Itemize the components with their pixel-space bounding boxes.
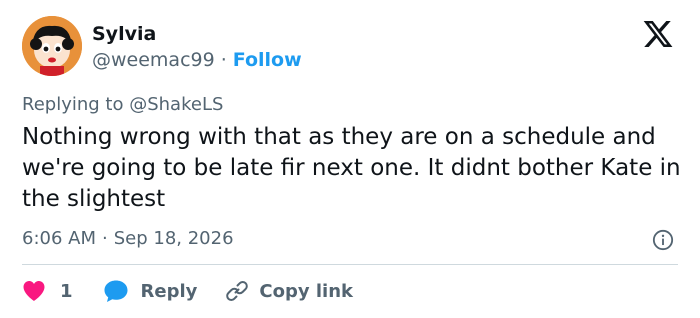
like-button[interactable]: 1 <box>22 280 73 302</box>
tweet-date[interactable]: Sep 18, 2026 <box>114 228 234 249</box>
tweet-text: Nothing wrong with that as they are on a… <box>22 124 681 212</box>
avatar[interactable] <box>22 16 82 76</box>
info-icon[interactable] <box>652 229 674 251</box>
x-logo-icon[interactable] <box>640 18 676 50</box>
heart-icon <box>23 281 45 301</box>
handle-row: @weemac99 · Follow <box>92 48 302 72</box>
separator: · <box>220 49 227 71</box>
tweet-meta: 6:06 AM · Sep 18, 2026 <box>22 227 234 251</box>
action-bar: 1 Reply Copy link <box>22 277 353 305</box>
link-icon <box>226 281 249 301</box>
reply-button[interactable]: Reply <box>103 279 198 303</box>
reply-label: Reply <box>140 280 198 302</box>
follow-button[interactable]: Follow <box>233 49 302 71</box>
speech-bubble-icon <box>104 280 128 302</box>
cartoon-avatar-icon <box>22 16 82 76</box>
mention-link[interactable]: @ShakeLS <box>129 94 223 115</box>
divider <box>22 264 678 265</box>
copy-link-label: Copy link <box>259 280 353 302</box>
user-name[interactable]: Sylvia <box>92 22 156 46</box>
user-handle[interactable]: @weemac99 <box>92 49 215 71</box>
meta-separator: · <box>102 228 108 249</box>
replying-to: Replying to @ShakeLS <box>22 93 223 117</box>
replying-prefix: Replying to <box>22 94 124 115</box>
tweet-time[interactable]: 6:06 AM <box>22 228 96 249</box>
like-count: 1 <box>60 280 73 302</box>
copy-link-button[interactable]: Copy link <box>225 279 353 303</box>
